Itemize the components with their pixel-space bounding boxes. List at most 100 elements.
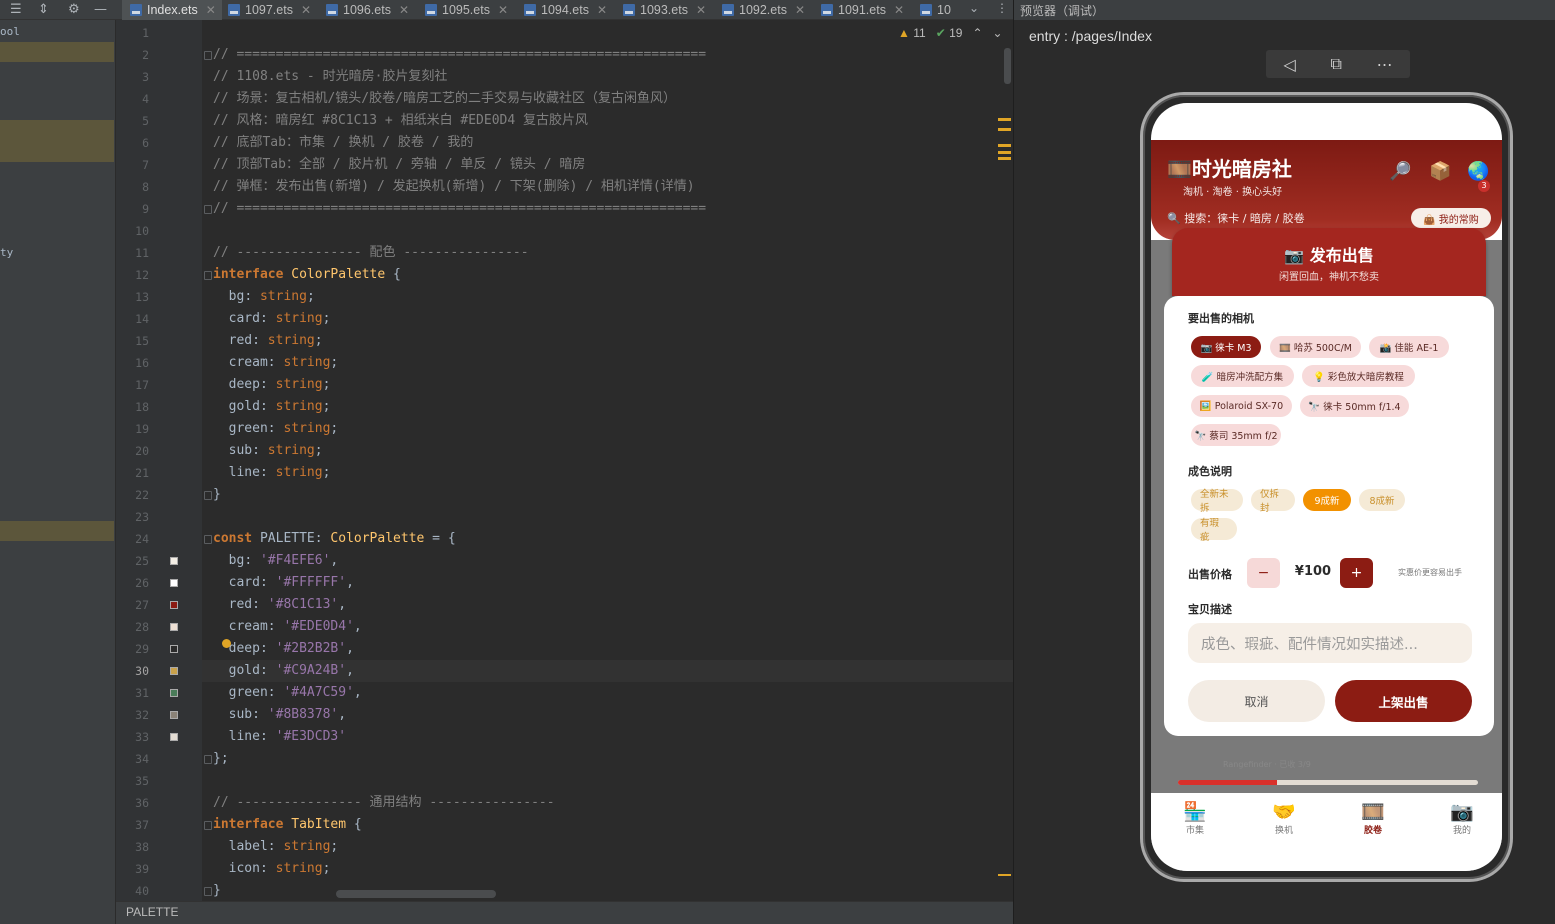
nav-item-mine[interactable]: 📷 我的 — [1432, 801, 1492, 836]
tab-1096[interactable]: 1096.ets ✕ — [326, 0, 421, 20]
camera-chip[interactable]: 🎞️ 哈苏 500C/M — [1270, 336, 1361, 358]
code-editor[interactable]: 1 2 3 4 5 6 7 8 9 10 11 12 13 14 15 16 17 18 19 20 21 22 23 24 2… — [116, 20, 1013, 901]
color-swatch-icon[interactable] — [170, 711, 178, 719]
nav-item-market[interactable]: 🏪 市集 — [1165, 801, 1225, 836]
box-icon[interactable]: 📦 — [1429, 161, 1451, 182]
breadcrumb-item[interactable]: PALETTE — [126, 905, 178, 919]
close-icon[interactable]: ✕ — [301, 3, 311, 17]
intention-bulb-icon[interactable] — [222, 639, 231, 648]
horizontal-scrollbar-thumb[interactable] — [336, 890, 496, 898]
favorites-button[interactable]: 👜 我的常购 — [1411, 208, 1491, 228]
fold-marker-icon[interactable] — [204, 205, 212, 214]
project-tree-fragment[interactable]: ty — [0, 246, 13, 259]
fold-marker-icon[interactable] — [204, 535, 212, 544]
project-tree-highlight[interactable] — [0, 521, 114, 541]
confirm-sell-button[interactable]: 上架出售 — [1335, 680, 1472, 722]
line-number: 35 — [135, 774, 149, 788]
project-tree-fragment[interactable]: ool — [0, 25, 20, 38]
code-token: ; — [330, 421, 339, 436]
color-swatch-icon[interactable] — [170, 645, 178, 653]
line-number: 39 — [135, 862, 149, 876]
close-icon[interactable]: ✕ — [597, 3, 607, 17]
fold-marker-icon[interactable] — [204, 271, 212, 280]
tab-1093[interactable]: 1093.ets ✕ — [623, 0, 718, 20]
close-icon[interactable]: ✕ — [206, 3, 216, 17]
project-tree-highlight[interactable] — [0, 120, 114, 162]
minimize-icon[interactable]: — — [94, 2, 107, 17]
fold-marker-icon[interactable] — [204, 51, 212, 60]
close-icon[interactable]: ✕ — [795, 3, 805, 17]
kebab-menu-icon[interactable]: ⋮ — [996, 1, 1008, 15]
price-increment-button[interactable]: + — [1340, 558, 1373, 588]
tab-1095[interactable]: 1095.ets ✕ — [425, 0, 520, 20]
condition-chip[interactable]: 8成新 — [1359, 489, 1405, 511]
camera-chip[interactable]: 🧪 暗房冲洗配方集 — [1191, 365, 1294, 387]
line-number: 11 — [135, 246, 149, 260]
camera-chip[interactable]: 📷 徕卡 M3 — [1191, 336, 1261, 358]
camera-section-label: 要出售的相机 — [1188, 312, 1254, 325]
price-value[interactable]: ¥100 — [1288, 564, 1338, 579]
nav-item-film[interactable]: 🎞️ 胶卷 — [1343, 801, 1403, 836]
search-icon[interactable]: 🔎 — [1389, 161, 1411, 182]
project-tree-highlight[interactable] — [0, 42, 114, 62]
chevron-down-icon[interactable]: ⌄ — [993, 26, 1003, 40]
expand-icon[interactable]: ⇕ — [38, 2, 49, 17]
camera-chip[interactable]: 🔭 徕卡 50mm f/1.4 — [1300, 395, 1409, 417]
camera-chip[interactable]: 💡 彩色放大暗房教程 — [1302, 365, 1415, 387]
device-rotate-icon[interactable]: ⧉ — [1330, 54, 1341, 74]
more-icon[interactable]: ⋯ — [1377, 55, 1393, 74]
tab-1097[interactable]: 1097.ets ✕ — [228, 0, 323, 20]
nav-item-swap[interactable]: 🤝 换机 — [1254, 801, 1314, 836]
tab-1094[interactable]: 1094.ets ✕ — [524, 0, 619, 20]
tab-10xx[interactable]: 10 — [920, 0, 960, 20]
collapse-icon[interactable]: ☰ — [10, 2, 22, 17]
tab-1092[interactable]: 1092.ets ✕ — [722, 0, 817, 20]
condition-chip[interactable]: 仅拆封 — [1251, 489, 1295, 514]
tab-index-ets[interactable]: Index.ets ✕ — [122, 0, 222, 20]
condition-chip[interactable]: 有瑕疵 — [1191, 518, 1237, 543]
code-line: cream: '#EDE0D4', — [213, 616, 362, 638]
fold-marker-icon[interactable] — [204, 755, 212, 764]
color-swatch-icon[interactable] — [170, 667, 178, 675]
chevron-up-icon[interactable]: ⌃ — [972, 26, 982, 40]
close-icon[interactable]: ✕ — [498, 3, 508, 17]
color-swatch-icon[interactable] — [170, 623, 178, 631]
chevron-down-icon[interactable]: ⌄ — [969, 1, 979, 15]
code-token: : — [252, 333, 260, 348]
vertical-scrollbar-thumb[interactable] — [1004, 48, 1011, 84]
code-token: interface — [213, 267, 284, 282]
close-icon[interactable]: ✕ — [894, 3, 904, 17]
code-line: gold: string; — [213, 396, 331, 418]
price-decrement-button[interactable]: − — [1247, 558, 1280, 588]
color-swatch-icon[interactable] — [170, 579, 178, 587]
code-line: // ---------------- 通用结构 ---------------… — [213, 792, 555, 814]
inspection-widget[interactable]: ▲ 11 ✔ 19 ⌃ ⌄ — [898, 26, 1003, 40]
fold-marker-icon[interactable] — [204, 887, 212, 896]
condition-chip[interactable]: 全新未拆 — [1191, 489, 1243, 514]
condition-chip[interactable]: 9成新 — [1303, 489, 1351, 511]
camera-chip[interactable]: 🖼️ Polaroid SX-70 — [1191, 395, 1292, 417]
description-input[interactable]: 成色、瑕疵、配件情况如实描述... — [1188, 623, 1472, 663]
camera-chip[interactable]: 📸 佳能 AE-1 — [1369, 336, 1449, 358]
warning-count[interactable]: ▲ 11 — [898, 26, 926, 40]
tab-1091[interactable]: 1091.ets ✕ — [821, 0, 916, 20]
gear-icon[interactable]: ⚙ — [68, 2, 80, 17]
color-swatch-icon[interactable] — [170, 689, 178, 697]
weak-warning-count[interactable]: ✔ 19 — [936, 26, 963, 40]
color-swatch-icon[interactable] — [170, 557, 178, 565]
color-swatch-icon[interactable] — [170, 733, 178, 741]
back-triangle-icon[interactable]: ◁ — [1283, 55, 1295, 74]
close-icon[interactable]: ✕ — [399, 3, 409, 17]
cancel-button[interactable]: 取消 — [1188, 680, 1325, 722]
fold-marker-icon[interactable] — [204, 491, 212, 500]
color-swatch-icon[interactable] — [170, 601, 178, 609]
project-toolbar: ☰ ⇕ ⚙ — — [0, 0, 116, 20]
fold-marker-icon[interactable] — [204, 821, 212, 830]
search-bar[interactable]: 🔍 搜索：徕卡 / 暗房 / 胶卷 — [1167, 210, 1305, 226]
globe-icon[interactable]: 🌏 — [1467, 161, 1489, 182]
camera-chip[interactable]: 🔭 蔡司 35mm f/2 — [1191, 424, 1281, 446]
close-icon[interactable]: ✕ — [696, 3, 706, 17]
